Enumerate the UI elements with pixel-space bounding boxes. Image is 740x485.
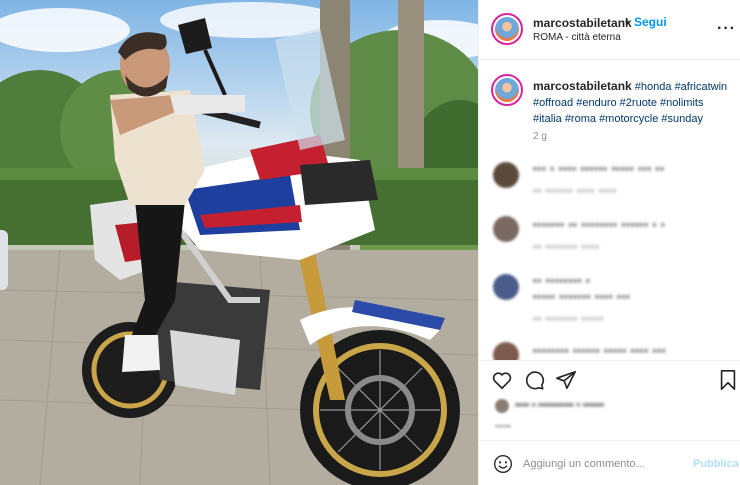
comment-text: ▪▪▪▪▪ ▪▪▪▪▪▪▪ ▪▪▪▪ ▪▪▪ <box>533 292 631 303</box>
comment-text: ▪▪▪▪▪▪▪ ▪▪ ▪▪▪▪▪▪▪▪ ▪▪▪▪▪▪ ▪ ▪ <box>533 220 666 231</box>
heart-icon[interactable] <box>491 369 513 391</box>
smiley-icon[interactable] <box>493 454 513 474</box>
hashtag-link[interactable]: #sunday <box>661 113 703 125</box>
separator-dot: • <box>625 15 630 29</box>
comment-avatar[interactable] <box>493 274 519 300</box>
post-photo[interactable] <box>0 0 478 485</box>
liker-avatar <box>495 399 509 413</box>
comment-text: ▪▪ ▪▪▪▪▪▪▪▪ ▪ <box>533 276 591 287</box>
comment-avatar[interactable] <box>493 162 519 188</box>
likes-text: ▪▪▪▪ ▪ ▪▪▪▪▪▪▪▪▪▪ ▪ ▪▪▪▪▪▪ <box>515 400 605 411</box>
bookmark-icon[interactable] <box>717 369 739 391</box>
hashtag-link[interactable]: #africatwin <box>675 81 728 93</box>
comment-avatar[interactable] <box>493 342 519 360</box>
hashtag-link[interactable]: #enduro <box>576 97 616 109</box>
post-actions: ▪▪▪▪ ▪ ▪▪▪▪▪▪▪▪▪▪ ▪ ▪▪▪▪▪▪ ▪▪▪▪▪ <box>479 360 740 440</box>
comment-meta: ▪▪ ▪▪▪▪▪▪▪ ▪▪▪▪ <box>533 242 600 253</box>
caption-text: marcostabiletank #honda #africatwin #off… <box>533 78 733 127</box>
follow-button[interactable]: Segui <box>634 15 667 29</box>
post-timestamp: ▪▪▪▪▪ <box>495 421 511 431</box>
post-location[interactable]: ROMA - città eterna <box>533 32 621 43</box>
caption-author-avatar[interactable] <box>491 74 523 106</box>
more-horizontal-icon[interactable]: ··· <box>717 20 736 38</box>
comment-input[interactable] <box>523 453 683 475</box>
send-icon[interactable] <box>555 369 577 391</box>
publish-button[interactable]: Pubblica <box>693 458 739 470</box>
post-header: marcostabiletank • Segui ROMA - città et… <box>479 0 740 60</box>
comment-text: ▪▪▪▪▪▪▪▪ ▪▪▪▪▪▪ ▪▪▪▪▪ ▪▪▪▪ ▪▪▪ <box>533 346 667 357</box>
comment-text: ▪▪▪ ▪ ▪▪▪▪ ▪▪▪▪▪▪ ▪▪▪▪▪ ▪▪▪ ▪▪ <box>533 164 665 175</box>
comment-meta: ▪▪ ▪▪▪▪▪▪ ▪▪▪▪ ▪▪▪▪ <box>533 186 618 197</box>
hashtag-link[interactable]: #2ruote <box>620 97 657 109</box>
add-comment-bar: Pubblica <box>479 440 740 485</box>
caption-time: 2 g <box>533 131 547 142</box>
hashtag-link[interactable]: #motorcycle <box>599 113 658 125</box>
caption-username[interactable]: marcostabiletank <box>533 79 632 93</box>
motorcycle-rider-photo <box>0 0 478 485</box>
comment-avatar[interactable] <box>493 216 519 242</box>
hashtag-link[interactable]: #nolimits <box>660 97 703 109</box>
hashtag-link[interactable]: #offroad <box>533 97 573 109</box>
comments-list: ▪▪▪ ▪ ▪▪▪▪ ▪▪▪▪▪▪ ▪▪▪▪▪ ▪▪▪ ▪▪ ▪▪ ▪▪▪▪▪▪… <box>479 150 740 360</box>
author-username[interactable]: marcostabiletank <box>533 16 632 30</box>
hashtag-link[interactable]: #honda <box>635 81 672 93</box>
comment-meta: ▪▪ ▪▪▪▪▪▪▪ ▪▪▪▪▪ <box>533 314 605 325</box>
hashtag-link[interactable]: #roma <box>565 113 596 125</box>
author-avatar[interactable] <box>491 13 523 45</box>
comment-icon[interactable] <box>523 369 545 391</box>
hashtag-link[interactable]: #italia <box>533 113 562 125</box>
post-details-panel: marcostabiletank • Segui ROMA - città et… <box>478 0 740 485</box>
